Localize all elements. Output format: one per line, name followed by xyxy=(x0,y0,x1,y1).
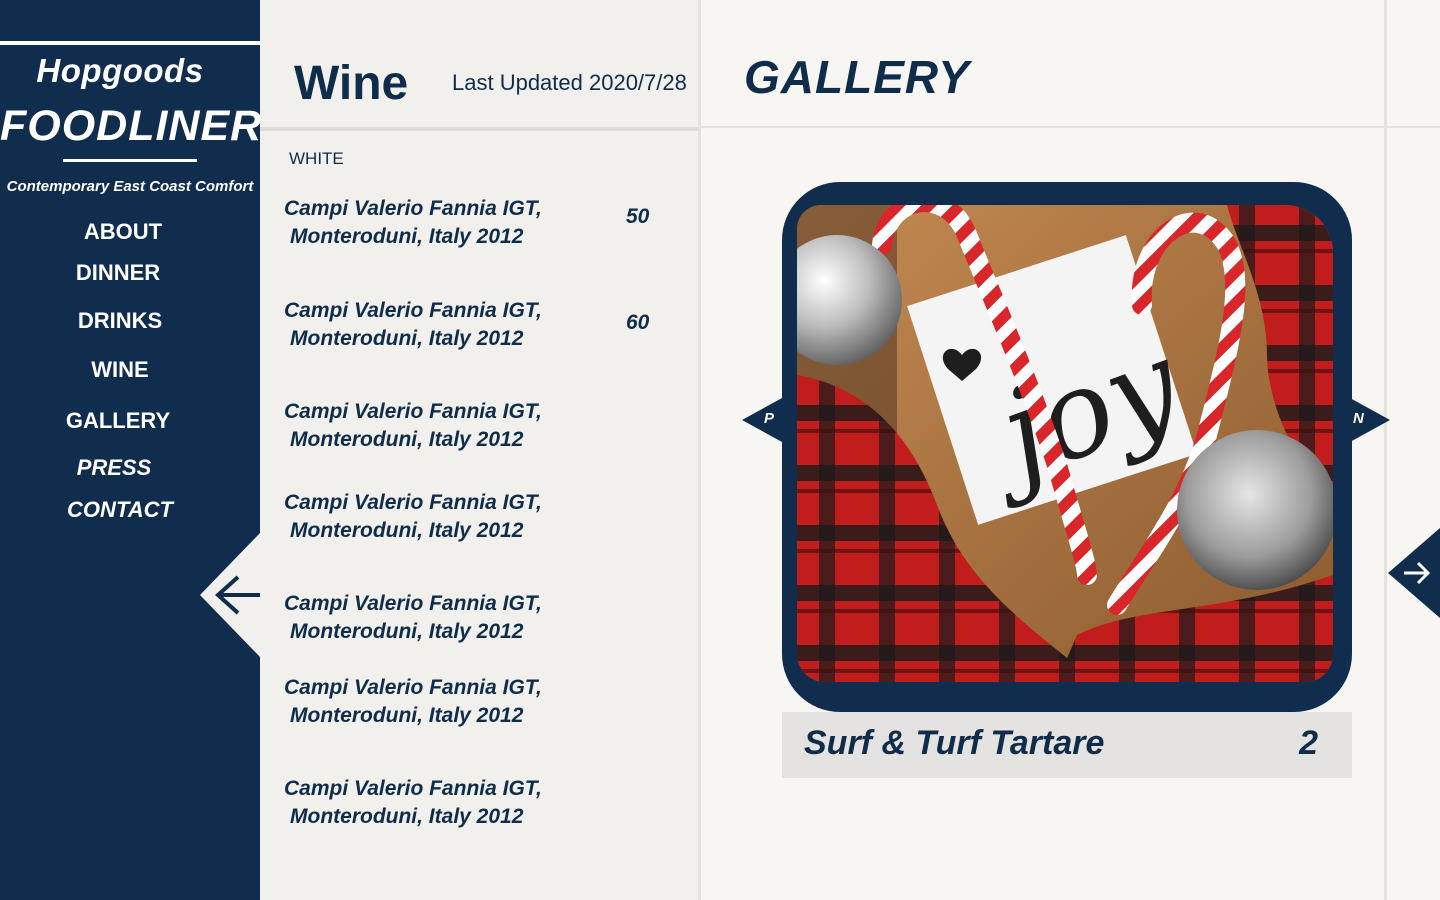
gallery-caption-title: Surf & Turf Tartare xyxy=(804,724,1105,762)
gallery-prev-label: P xyxy=(764,410,775,427)
wine-item: Campi Valerio Fannia IGT, Monteroduni, I… xyxy=(284,297,614,353)
nav-item-press[interactable]: PRESS xyxy=(0,455,234,481)
brand-name-main: FOODLINER xyxy=(0,102,263,150)
gallery-header-divider xyxy=(700,126,1440,128)
arrow-left-icon[interactable] xyxy=(200,533,260,657)
wine-item: Campi Valerio Fannia IGT, Monteroduni, I… xyxy=(284,674,614,730)
wine-item: Campi Valerio Fannia IGT, Monteroduni, I… xyxy=(284,489,614,545)
wine-price: 50 xyxy=(626,205,650,228)
gallery-next-button[interactable]: N xyxy=(1350,398,1390,442)
gallery-photo-illustration: joy xyxy=(797,205,1333,682)
gallery-prev-shape xyxy=(742,398,782,442)
nav-item-dinner[interactable]: DINNER xyxy=(0,260,238,286)
wine-name: Campi Valerio Fannia IGT, xyxy=(284,777,542,800)
wine-name: Campi Valerio Fannia IGT, xyxy=(284,592,542,615)
right-panel-divider xyxy=(1384,0,1387,900)
section-label-white: WHITE xyxy=(289,149,344,168)
wine-item: Campi Valerio Fannia IGT, Monteroduni, I… xyxy=(284,590,614,646)
wine-item: Campi Valerio Fannia IGT, Monteroduni, I… xyxy=(284,195,614,251)
brand-underline xyxy=(63,159,197,162)
wine-origin: Monteroduni, Italy 2012 xyxy=(290,805,524,828)
wine-title: Wine xyxy=(294,57,409,110)
last-updated: Last Updated 2020/7/28 xyxy=(452,70,687,95)
wine-origin: Monteroduni, Italy 2012 xyxy=(290,704,524,727)
gallery-photo: joy xyxy=(797,205,1333,682)
wine-item: Campi Valerio Fannia IGT, Monteroduni, I… xyxy=(284,775,614,831)
wine-item: Campi Valerio Fannia IGT, Monteroduni, I… xyxy=(284,398,614,454)
wine-panel: Wine Last Updated 2020/7/28 WHITE Campi … xyxy=(260,0,701,900)
wine-origin: Monteroduni, Italy 2012 xyxy=(290,428,524,451)
wine-origin: Monteroduni, Italy 2012 xyxy=(290,327,524,350)
wine-name: Campi Valerio Fannia IGT, xyxy=(284,491,542,514)
nav-item-about[interactable]: ABOUT xyxy=(3,219,243,245)
brand-tagline: Contemporary East Coast Comfort xyxy=(6,178,254,195)
wine-panel-edge xyxy=(698,0,701,900)
wine-name: Campi Valerio Fannia IGT, xyxy=(284,676,542,699)
wine-name: Campi Valerio Fannia IGT, xyxy=(284,197,542,220)
wine-name: Campi Valerio Fannia IGT, xyxy=(284,400,542,423)
nav-item-wine[interactable]: WINE xyxy=(0,357,240,383)
wine-name: Campi Valerio Fannia IGT, xyxy=(284,299,542,322)
gallery-prev-button[interactable]: P xyxy=(742,398,782,442)
gallery-caption: Surf & Turf Tartare 2 xyxy=(782,712,1352,778)
gallery-title: GALLERY xyxy=(744,51,970,103)
arrow-right-icon[interactable] xyxy=(1388,528,1440,618)
gallery-next-label: N xyxy=(1353,410,1364,427)
gallery-caption-count: 2 xyxy=(1299,724,1318,762)
sidebar-top-divider xyxy=(0,41,260,45)
nav-item-gallery[interactable]: GALLERY xyxy=(0,408,238,434)
nav-item-contact[interactable]: CONTACT xyxy=(0,497,240,523)
brand-name-top: Hopgoods xyxy=(36,52,204,89)
wine-origin: Monteroduni, Italy 2012 xyxy=(290,519,524,542)
nav-item-drinks[interactable]: DRINKS xyxy=(0,308,240,334)
wine-header-divider xyxy=(260,127,698,131)
wine-price: 60 xyxy=(626,311,650,334)
wine-origin: Monteroduni, Italy 2012 xyxy=(290,225,524,248)
sidebar: Hopgoods FOODLINER Contemporary East Coa… xyxy=(0,0,263,900)
wine-origin: Monteroduni, Italy 2012 xyxy=(290,620,524,643)
